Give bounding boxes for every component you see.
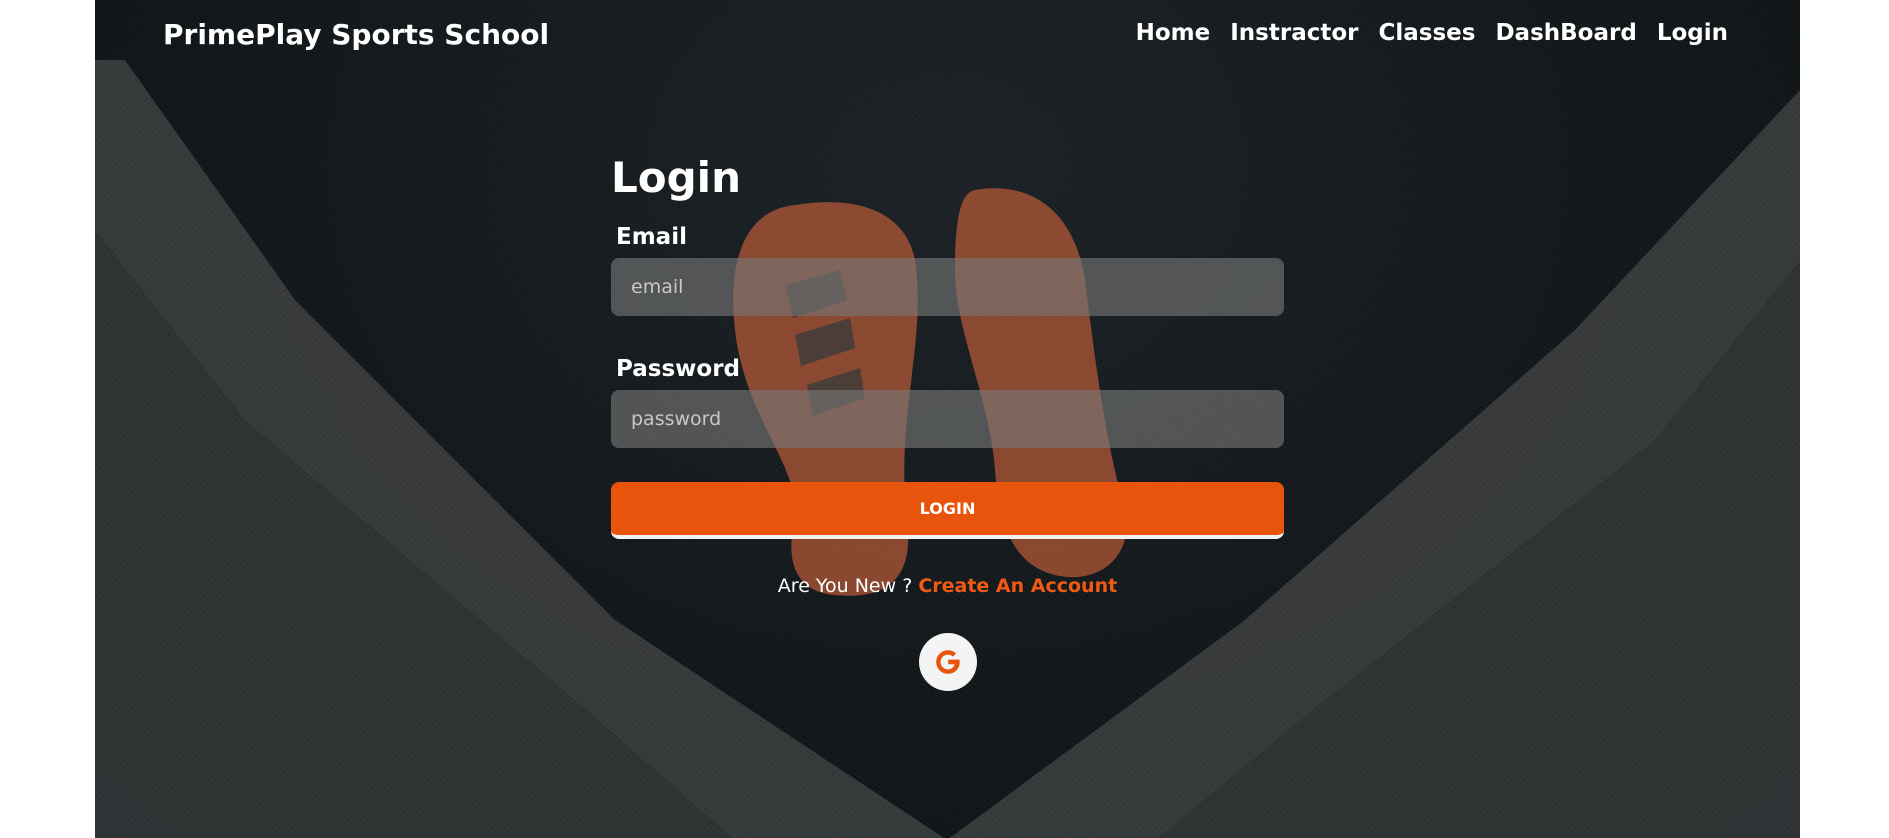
nav-link-classes[interactable]: Classes — [1379, 20, 1476, 46]
email-label: Email — [616, 224, 687, 250]
signup-prompt-text: Are You New ? — [777, 575, 913, 597]
google-icon — [935, 650, 960, 674]
login-button[interactable]: LOGIN — [611, 482, 1284, 539]
page-title: Login — [611, 153, 741, 202]
password-label: Password — [616, 356, 740, 382]
page-background: PrimePlay Sports School Home Instractor … — [95, 0, 1800, 838]
nav-link-instructor[interactable]: Instractor — [1230, 20, 1358, 46]
password-field[interactable] — [611, 390, 1284, 448]
nav-link-dashboard[interactable]: DashBoard — [1495, 20, 1636, 46]
signup-prompt: Are You New ? Create An Account — [611, 575, 1284, 597]
nav-link-home[interactable]: Home — [1136, 20, 1211, 46]
nav-link-login[interactable]: Login — [1657, 20, 1728, 46]
create-account-link[interactable]: Create An Account — [918, 575, 1117, 597]
google-login-button[interactable] — [918, 633, 977, 691]
brand-logo-text[interactable]: PrimePlay Sports School — [163, 18, 549, 51]
main-navigation: Home Instractor Classes DashBoard Login — [1136, 20, 1728, 46]
email-field[interactable] — [611, 258, 1284, 316]
login-form: Login Email Password LOGIN Are You New ?… — [611, 150, 1284, 691]
